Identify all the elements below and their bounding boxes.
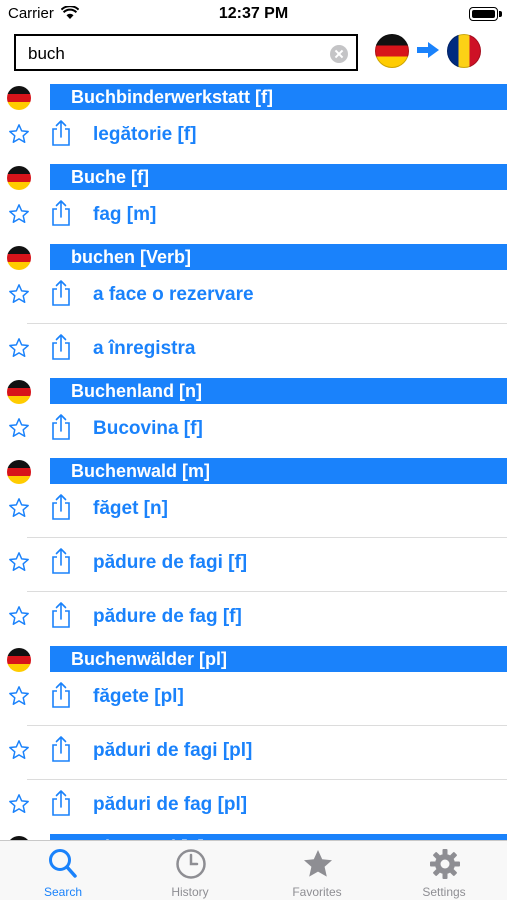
share-icon[interactable]	[50, 279, 72, 312]
share-icon[interactable]	[50, 735, 72, 768]
translation-row[interactable]: păduri de fagi [pl]	[0, 726, 507, 780]
share-icon[interactable]	[50, 333, 72, 366]
tab-bar: Search History Favorites Settings	[0, 840, 507, 900]
results-list[interactable]: Buchbinderwerkstatt [f] legătorie [f] Buch…	[0, 84, 507, 840]
battery-icon	[469, 7, 502, 21]
share-icon[interactable]	[50, 601, 72, 634]
tab-search[interactable]: Search	[0, 841, 126, 900]
translation-text: pădure de fag [f]	[93, 606, 242, 627]
translation-text: făgete [pl]	[93, 686, 184, 707]
translation-row[interactable]: pădure de fagi [f]	[0, 538, 507, 592]
german-flag-icon	[7, 648, 31, 672]
german-flag-icon	[7, 246, 31, 270]
entry-header: Buchenwälder [pl]	[0, 646, 507, 672]
tab-history-label: History	[171, 885, 209, 899]
translation-row[interactable]: a face o rezervare	[0, 270, 507, 324]
entry-term: Buche [f]	[50, 164, 507, 190]
translation-row[interactable]: Bucovina [f]	[0, 404, 507, 458]
entry-header: Buchenwald [m]	[0, 458, 507, 484]
target-language-flag-romanian[interactable]	[447, 34, 481, 68]
favorite-star-icon[interactable]	[8, 497, 30, 524]
entry-term: buchen [Verb]	[50, 244, 507, 270]
share-icon[interactable]	[50, 789, 72, 822]
translation-text: a face o rezervare	[93, 284, 254, 305]
entry-term: Buchenwälder [pl]	[50, 646, 507, 672]
favorite-star-icon[interactable]	[8, 685, 30, 712]
favorite-star-icon[interactable]	[8, 203, 30, 230]
german-flag-icon	[7, 86, 31, 110]
source-language-flag-german[interactable]	[375, 34, 409, 68]
entry-header: buchen [Verb]	[0, 244, 507, 270]
favorite-star-icon[interactable]	[8, 739, 30, 766]
search-icon	[49, 849, 77, 878]
share-icon[interactable]	[50, 547, 72, 580]
entry-header: Buche [f]	[0, 164, 507, 190]
favorite-star-icon[interactable]	[8, 283, 30, 310]
entry-header: Buchenland [n]	[0, 378, 507, 404]
german-flag-icon	[7, 460, 31, 484]
german-flag-icon	[7, 380, 31, 404]
favorite-star-icon[interactable]	[8, 337, 30, 364]
translation-row[interactable]: pădure de fag [f]	[0, 592, 507, 646]
gear-icon	[430, 849, 460, 879]
translation-row[interactable]: a înregistra	[0, 324, 507, 378]
translation-text: păduri de fagi [pl]	[93, 740, 253, 761]
tab-favorites-label: Favorites	[292, 885, 342, 899]
translation-text: legătorie [f]	[93, 124, 197, 145]
entry-header: Buchbinderwerkstatt [f]	[0, 84, 507, 110]
entry-term: Buchenland [n]	[50, 378, 507, 404]
status-bar: Carrier 12:37 PM	[0, 0, 507, 28]
translation-row[interactable]: făgete [pl]	[0, 672, 507, 726]
share-icon[interactable]	[50, 493, 72, 526]
translation-text: făget [n]	[93, 498, 168, 519]
search-field[interactable]	[14, 34, 358, 71]
translation-text: Bucovina [f]	[93, 418, 203, 439]
german-flag-icon	[7, 166, 31, 190]
share-icon[interactable]	[50, 199, 72, 232]
clear-search-button[interactable]	[330, 45, 348, 63]
favorite-star-icon[interactable]	[8, 605, 30, 632]
tab-history[interactable]: History	[127, 841, 253, 900]
tab-favorites[interactable]: Favorites	[254, 841, 380, 900]
translation-text: păduri de fag [pl]	[93, 794, 248, 815]
search-input[interactable]	[28, 40, 328, 67]
arrow-right-icon[interactable]	[416, 40, 440, 60]
translation-text: pădure de fagi [f]	[93, 552, 248, 573]
translation-row[interactable]: fag [m]	[0, 190, 507, 244]
share-icon[interactable]	[50, 119, 72, 152]
clock-icon	[176, 849, 206, 879]
entry-term: Buchenwald [m]	[50, 458, 507, 484]
translation-row[interactable]: făget [n]	[0, 484, 507, 538]
translation-text: a înregistra	[93, 338, 196, 359]
favorite-star-icon[interactable]	[8, 793, 30, 820]
share-icon[interactable]	[50, 413, 72, 446]
status-time: 12:37 PM	[218, 5, 289, 22]
favorite-star-icon[interactable]	[8, 123, 30, 150]
tab-settings-label: Settings	[422, 885, 466, 899]
translation-row[interactable]: păduri de fag [pl]	[0, 780, 507, 834]
star-icon	[304, 850, 332, 877]
translation-row[interactable]: legătorie [f]	[0, 110, 507, 164]
tab-search-label: Search	[43, 885, 83, 899]
tab-settings[interactable]: Settings	[381, 841, 507, 900]
favorite-star-icon[interactable]	[8, 551, 30, 578]
translation-text: fag [m]	[93, 204, 157, 225]
entry-term: Buchbinderwerkstatt [f]	[50, 84, 507, 110]
favorite-star-icon[interactable]	[8, 417, 30, 444]
share-icon[interactable]	[50, 681, 72, 714]
